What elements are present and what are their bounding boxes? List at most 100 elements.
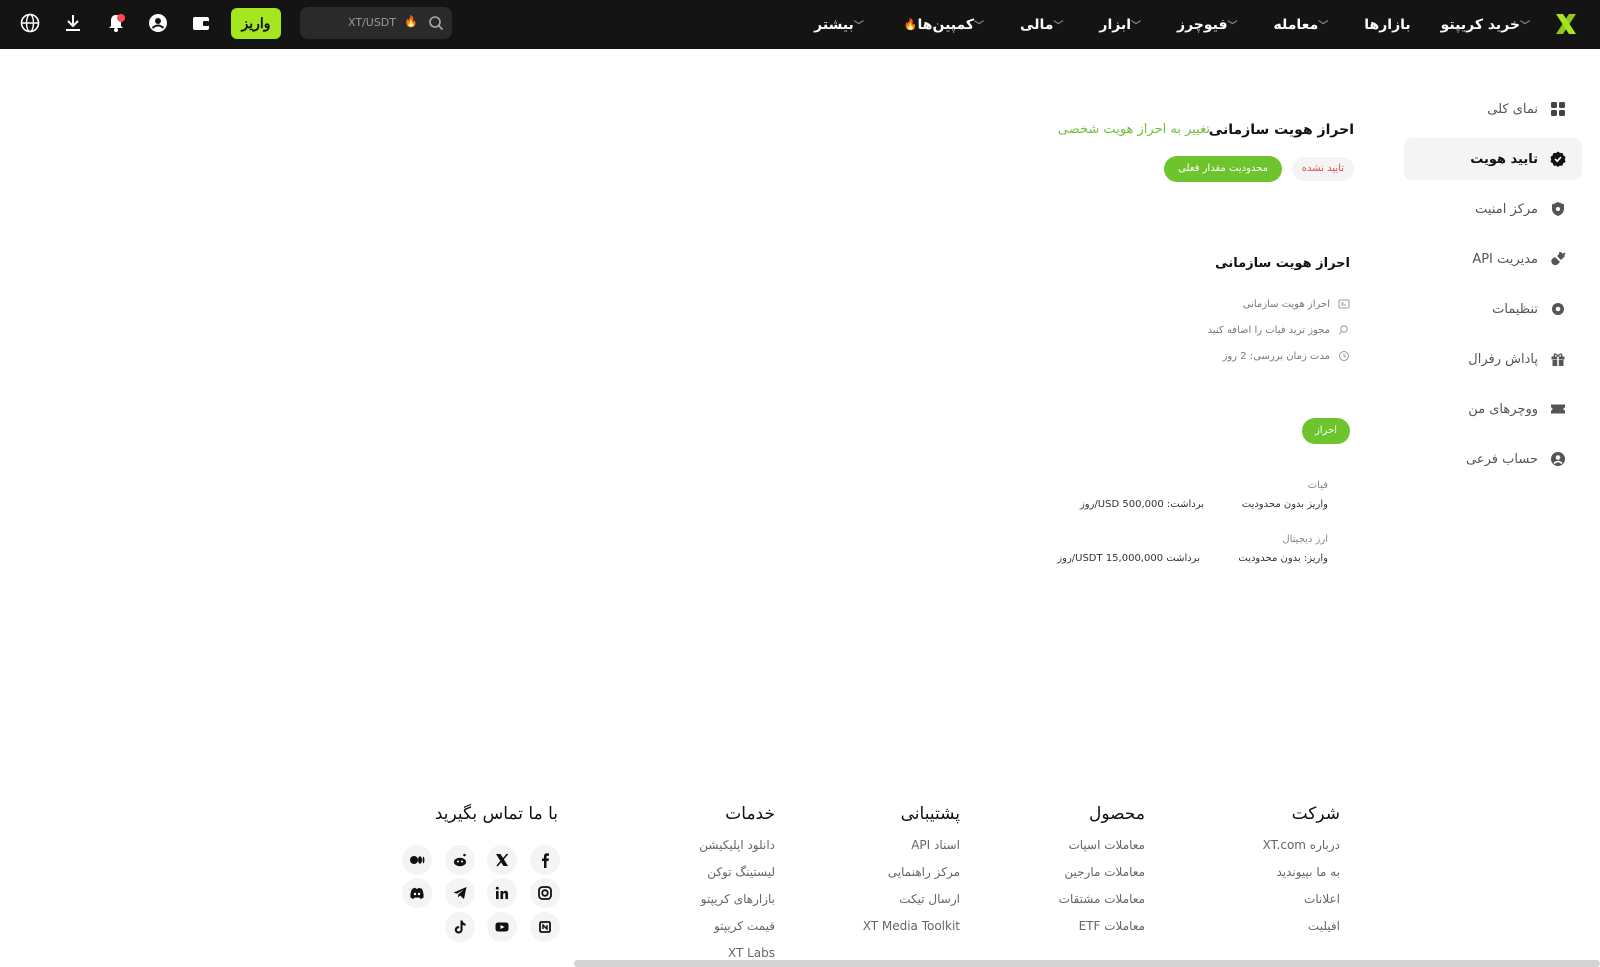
sidebar-item[interactable]: پاداش رفرال	[1404, 338, 1582, 380]
nav-item[interactable]: ابزار ﹀	[1099, 17, 1147, 33]
coinmarketcap-icon[interactable]	[530, 912, 560, 942]
nav-item[interactable]: فیوچرز ﹀	[1177, 17, 1244, 33]
gear-icon	[1552, 303, 1564, 315]
footer-column: خدمات دانلود اپلیکیشن لیستینگ توکن بازارهای…	[699, 804, 775, 967]
page-title: احراز هویت سازمانی	[1208, 122, 1354, 138]
discord-icon[interactable]	[402, 878, 432, 908]
current-limit-button[interactable]: محدودیت مقدار فعلی	[1164, 156, 1282, 182]
nav-item[interactable]: خرید کریپتو ﹀	[1441, 17, 1536, 33]
footer-link[interactable]: معاملات مارجین	[1059, 865, 1145, 892]
footer-column-title: شرکت	[1291, 804, 1340, 824]
medium-icon[interactable]	[402, 845, 432, 875]
user-circle-icon	[1551, 452, 1565, 466]
sidebar-item[interactable]: حساب فرعی	[1404, 438, 1582, 480]
nav-item[interactable]: 🔥 کمپین‌ها ﹀	[900, 17, 990, 33]
footer-link[interactable]: قیمت کریپتو	[699, 919, 775, 946]
language-globe-icon[interactable]	[19, 12, 41, 34]
footer-link[interactable]: درباره XT.com	[1263, 838, 1340, 865]
footer-column-title: محصول	[1089, 804, 1145, 824]
nav-item[interactable]: مالی ﹀	[1020, 17, 1069, 33]
reddit-icon[interactable]	[445, 845, 475, 875]
fire-icon: 🔥	[903, 18, 918, 31]
verified-badge-icon	[1550, 151, 1566, 167]
search-placeholder: XT/USDT	[348, 16, 396, 29]
sidebar-item-label: حساب فرعی	[1466, 451, 1538, 467]
nav-item-label: کمپین‌ها	[917, 16, 975, 33]
limit-heading: فیات	[1307, 480, 1328, 491]
horizontal-scrollbar[interactable]	[574, 960, 1600, 967]
clock-icon	[1339, 351, 1349, 361]
facebook-icon[interactable]	[530, 845, 560, 875]
limit-withdraw: برداشت 15,000,000 USDT/روز	[1057, 553, 1200, 564]
sidebar-item[interactable]: نمای کلی	[1404, 88, 1582, 130]
chevron-down-icon: ﹀	[1520, 21, 1530, 32]
requirement-label: مجوز ترید فیات را اضافه کنید	[1207, 324, 1330, 336]
footer-link[interactable]: اعلانات	[1263, 892, 1340, 919]
footer-link[interactable]: XT Media Toolkit	[863, 919, 960, 946]
search-icon	[1339, 325, 1348, 335]
footer-link[interactable]: به ما بپیوندید	[1263, 865, 1340, 892]
nav-item-label: مالی	[1020, 16, 1054, 33]
nav-item[interactable]: معامله ﹀	[1274, 17, 1335, 33]
linkedin-icon[interactable]	[487, 878, 517, 908]
footer-column: پشتیبانی اسناد API مرکز راهنمایی ارسال تیکت…	[863, 804, 960, 946]
nav-item-label: بازارها	[1364, 16, 1411, 33]
top-navigation-bar: خرید کریپتو ﹀ بازارها معامله ﹀ فیوچرز ﹀ ابزار ﹀ م…	[0, 0, 1600, 49]
footer-link[interactable]: مرکز راهنمایی	[863, 865, 960, 892]
requirement-label: احراز هویت سازمانی	[1242, 298, 1330, 310]
api-plug-icon	[1551, 252, 1566, 266]
nav-item-label: فیوچرز	[1177, 16, 1228, 33]
sidebar-item[interactable]: مدیریت API	[1404, 238, 1582, 280]
chevron-down-icon: ﹀	[1053, 21, 1064, 32]
account-sidebar: نمای کلی تایید هویت مرکز امنیت مدیریت API تن…	[1404, 88, 1582, 488]
tiktok-icon[interactable]	[445, 912, 475, 942]
sidebar-item[interactable]: تنظیمات	[1404, 288, 1582, 330]
footer-column: شرکت درباره XT.com به ما بپیوندید اعلانات اف…	[1263, 804, 1340, 946]
wallet-icon[interactable]	[190, 12, 212, 34]
fire-icon: 🔥	[404, 15, 418, 28]
instagram-icon[interactable]	[530, 878, 560, 908]
requirement-label: مدت زمان بررسی: 2 روز	[1222, 350, 1330, 362]
ticket-icon	[1551, 404, 1565, 414]
market-search[interactable]: 🔥 XT/USDT	[300, 7, 452, 39]
footer-link[interactable]: معاملات اسپات	[1059, 838, 1145, 865]
sidebar-item[interactable]: تایید هویت	[1404, 138, 1582, 180]
user-account-icon[interactable]	[147, 12, 169, 34]
footer-column-title: پشتیبانی	[900, 804, 960, 824]
deposit-button[interactable]: واریز	[231, 8, 281, 39]
download-icon[interactable]	[62, 12, 84, 34]
chevron-down-icon: ﹀	[1131, 21, 1142, 32]
sidebar-item-label: نمای کلی	[1487, 101, 1538, 117]
limit-heading: ارز دیجیتال	[1282, 534, 1328, 545]
limit-withdraw: برداشت: 500,000 USD/روز	[1079, 499, 1204, 510]
requirement-item: مدت زمان بررسی: 2 روز	[1223, 350, 1350, 362]
footer-link[interactable]: بازارهای کریپتو	[699, 892, 775, 919]
limit-deposit: واریز بدون محدودیت	[1241, 499, 1328, 510]
footer-link[interactable]: افیلیت	[1263, 919, 1340, 946]
card-title: احراز هویت سازمانی	[1215, 256, 1350, 271]
x-twitter-icon[interactable]	[487, 845, 517, 875]
footer-link[interactable]: اسناد API	[863, 838, 960, 865]
xt-logo-icon[interactable]	[1554, 12, 1578, 36]
verify-button[interactable]: احراز	[1302, 418, 1350, 444]
footer-link[interactable]: لیستینگ توکن	[699, 865, 775, 892]
shield-icon	[1552, 202, 1564, 216]
footer-link[interactable]: معاملات مشتقات	[1059, 892, 1145, 919]
sidebar-item-label: تایید هویت	[1470, 151, 1538, 167]
sidebar-item[interactable]: ووچرهای من	[1404, 388, 1582, 430]
telegram-icon[interactable]	[445, 878, 475, 908]
nav-item-label: خرید کریپتو	[1440, 16, 1520, 33]
footer-link[interactable]: ارسال تیکت	[863, 892, 960, 919]
nav-item[interactable]: بیشتر ﹀	[814, 17, 870, 33]
sidebar-item-label: تنظیمات	[1492, 301, 1538, 317]
footer-link[interactable]: معاملات ETF	[1059, 919, 1145, 946]
chevron-down-icon: ﹀	[853, 21, 864, 32]
chevron-down-icon: ﹀	[1318, 21, 1329, 32]
nav-item[interactable]: بازارها	[1364, 17, 1410, 33]
limit-deposit: واریز: بدون محدودیت	[1238, 553, 1328, 564]
switch-to-personal-link[interactable]: تغییر به احراز هویت شخصی	[1058, 122, 1210, 137]
footer-link[interactable]: دانلود اپلیکیشن	[699, 838, 775, 865]
search-icon	[429, 16, 444, 31]
youtube-icon[interactable]	[487, 912, 517, 942]
sidebar-item[interactable]: مرکز امنیت	[1404, 188, 1582, 230]
